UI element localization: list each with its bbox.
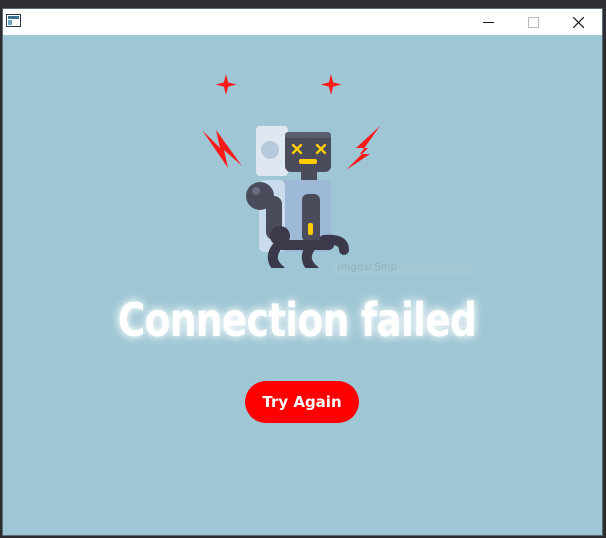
broken-robot-illustration bbox=[202, 74, 380, 268]
maximize-button[interactable] bbox=[511, 9, 556, 35]
close-button[interactable] bbox=[556, 9, 601, 35]
app-window-icon bbox=[6, 14, 21, 27]
minimize-icon bbox=[483, 21, 494, 23]
app-window: rmgdsl Smp Connection failed Try Again bbox=[2, 8, 603, 536]
desktop-background bbox=[0, 0, 606, 8]
error-heading: Connection failed bbox=[117, 293, 477, 347]
maximize-icon bbox=[528, 16, 539, 28]
title-bar bbox=[3, 9, 602, 35]
background-label: rmgdsl Smp bbox=[333, 262, 473, 276]
minimize-button[interactable] bbox=[466, 9, 511, 35]
content-area: rmgdsl Smp Connection failed Try Again bbox=[3, 35, 602, 536]
try-again-button[interactable]: Try Again bbox=[245, 381, 359, 423]
close-icon bbox=[573, 16, 584, 28]
